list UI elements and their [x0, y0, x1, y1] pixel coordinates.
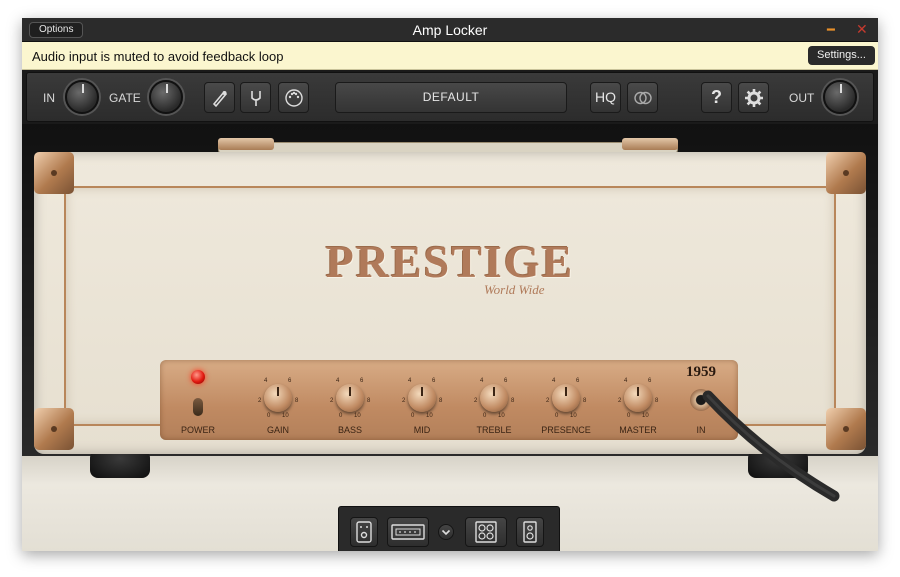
settings-button[interactable]: Settings...: [808, 46, 875, 65]
preset-selector[interactable]: DEFAULT: [335, 82, 567, 113]
pedal-icon: [356, 521, 372, 543]
speaker-button[interactable]: [516, 517, 544, 547]
amp-head-button[interactable]: [387, 517, 429, 547]
toolbar: IN GATE DEFAULT HQ ? OUT: [26, 72, 874, 122]
tuner-fork-icon: [250, 91, 261, 106]
midi-icon: [284, 89, 303, 107]
tuner-button[interactable]: [240, 82, 271, 113]
guitar-cable: [702, 390, 840, 502]
gear-icon: [744, 89, 763, 107]
cabinet-button[interactable]: [465, 517, 507, 547]
mute-warning-banner: Audio input is muted to avoid feedback l…: [22, 42, 878, 70]
cabinet-icon: [475, 521, 497, 543]
pedal-button[interactable]: [350, 517, 378, 547]
close-icon[interactable]: ✕: [856, 21, 868, 38]
stereo-link-button[interactable]: [627, 82, 658, 113]
stereo-link-icon: [633, 91, 652, 105]
minimize-icon[interactable]: ━: [827, 22, 835, 38]
help-button[interactable]: ?: [701, 82, 732, 113]
guitar-pick-button[interactable]: [204, 82, 235, 113]
banner-message: Audio input is muted to avoid feedback l…: [32, 49, 284, 64]
chevron-down-icon: [441, 529, 451, 536]
chain-toggle-button[interactable]: [438, 524, 454, 540]
gate-knob[interactable]: [149, 80, 183, 114]
settings-gear-button[interactable]: [738, 82, 769, 113]
output-level-knob[interactable]: [823, 80, 857, 114]
hq-button[interactable]: HQ: [590, 82, 621, 113]
guitar-pick-icon: [212, 90, 227, 108]
midi-button[interactable]: [278, 82, 309, 113]
input-level-knob[interactable]: [65, 80, 99, 114]
output-level-label: OUT: [789, 91, 815, 105]
amp-stage: PRESTIGE World Wide POWER 4 6 2 8 0 10 GAIN 4 6 2…: [22, 124, 878, 551]
amp-head-icon: [391, 524, 425, 540]
window-title: Amp Locker: [412, 22, 488, 38]
input-level-label: IN: [43, 91, 55, 105]
title-bar: Options Amp Locker ━ ✕: [22, 18, 878, 42]
speaker-icon: [523, 521, 537, 543]
app-window: Options Amp Locker ━ ✕ Audio input is mu…: [22, 18, 878, 551]
signal-chain-bar: [338, 506, 560, 551]
gate-label: GATE: [109, 91, 141, 105]
